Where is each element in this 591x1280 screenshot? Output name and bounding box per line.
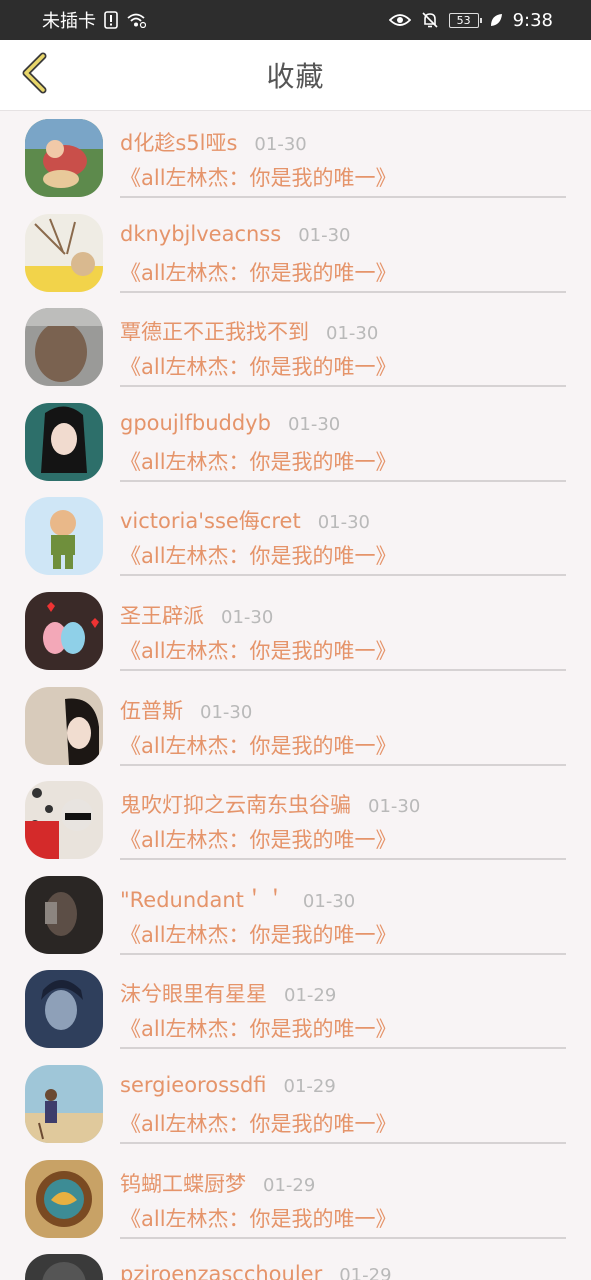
avatar[interactable] [25, 213, 103, 292]
divider [120, 763, 566, 766]
user-name[interactable]: 沫兮眼里有星星 [120, 978, 267, 1008]
date-label: 01-29 [284, 985, 337, 1007]
divider [120, 574, 566, 577]
divider [120, 385, 566, 388]
battery-icon: 53 [448, 12, 482, 28]
user-name[interactable]: 鬼吹灯抑之云南东虫谷骗 [120, 789, 351, 819]
story-title[interactable]: 《all左林杰：你是我的唯一》 [120, 919, 397, 949]
app-header: 收藏 [0, 40, 591, 111]
avatar[interactable] [25, 308, 103, 387]
favorites-list: d化趁s5l哑s 01-30 《all左林杰：你是我的唯一》 dknybjlvea… [0, 112, 591, 1280]
wifi-icon [126, 12, 146, 28]
divider [120, 952, 566, 955]
favorite-item[interactable]: d化趁s5l哑s 01-30 《all左林杰：你是我的唯一》 [0, 112, 591, 207]
date-label: 01-29 [339, 1265, 392, 1280]
sim-alert-icon [104, 11, 118, 29]
date-label: 01-30 [368, 796, 421, 818]
favorite-item[interactable]: victoria'sse侮cret 01-30 《all左林杰：你是我的唯一》 [0, 490, 591, 585]
avatar[interactable] [25, 591, 103, 670]
favorite-item[interactable]: gpoujlfbuddyb 01-30 《all左林杰：你是我的唯一》 [0, 396, 591, 491]
user-name[interactable]: "Redundant＇＇ [120, 884, 286, 914]
clock-text: 9:38 [512, 9, 553, 31]
eye-comfort-icon [388, 12, 411, 28]
story-title[interactable]: 《all左林杰：你是我的唯一》 [120, 540, 397, 570]
divider [120, 858, 566, 861]
date-label: 01-30 [200, 701, 253, 723]
avatar[interactable] [25, 686, 103, 765]
user-name[interactable]: dknybjlveacnss [120, 222, 281, 246]
story-title[interactable]: 《all左林杰：你是我的唯一》 [120, 257, 397, 287]
back-button[interactable] [14, 52, 54, 98]
divider [120, 1141, 566, 1144]
date-label: 01-30 [221, 606, 274, 628]
story-title[interactable]: 《all左林杰：你是我的唯一》 [120, 1203, 397, 1233]
user-name[interactable]: sergieorossdfi [120, 1073, 267, 1097]
favorite-item[interactable]: 圣王辟派 01-30 《all左林杰：你是我的唯一》 [0, 585, 591, 680]
avatar[interactable] [25, 875, 103, 954]
leaf-icon [489, 12, 503, 28]
story-title[interactable]: 《all左林杰：你是我的唯一》 [120, 824, 397, 854]
story-title[interactable]: 《all左林杰：你是我的唯一》 [120, 1108, 397, 1138]
favorite-item[interactable]: 鬼吹灯抑之云南东虫谷骗 01-30 《all左林杰：你是我的唯一》 [0, 774, 591, 869]
favorite-item[interactable]: pziroenzascchouler 01-29 [0, 1247, 591, 1280]
favorite-item[interactable]: 沫兮眼里有星星 01-29 《all左林杰：你是我的唯一》 [0, 963, 591, 1058]
status-bar: 未插卡 53 9:38 [0, 0, 591, 40]
story-title[interactable]: 《all左林杰：你是我的唯一》 [120, 635, 397, 665]
story-title[interactable]: 《all左林杰：你是我的唯一》 [120, 162, 397, 192]
divider [120, 1047, 566, 1050]
mute-bell-icon [421, 11, 439, 29]
user-name[interactable]: d化趁s5l哑s [120, 127, 237, 157]
story-title[interactable]: 《all左林杰：你是我的唯一》 [120, 351, 397, 381]
date-label: 01-30 [287, 413, 341, 435]
favorite-item[interactable]: "Redundant＇＇ 01-30 《all左林杰：你是我的唯一》 [0, 869, 591, 964]
user-name[interactable]: pziroenzascchouler [120, 1262, 322, 1280]
date-label: 01-30 [302, 890, 356, 912]
avatar[interactable] [25, 970, 103, 1049]
avatar[interactable] [25, 1159, 103, 1238]
user-name[interactable]: 覃德正不正我找不到 [120, 316, 309, 346]
favorite-item[interactable]: dknybjlveacnss 01-30 《all左林杰：你是我的唯一》 [0, 207, 591, 302]
page-title: 收藏 [266, 60, 325, 93]
date-label: 01-30 [317, 512, 370, 534]
date-label: 01-30 [254, 134, 307, 155]
divider [120, 290, 566, 293]
carrier-text: 未插卡 [42, 11, 96, 32]
favorite-item[interactable]: 伍普斯 01-30 《all左林杰：你是我的唯一》 [0, 680, 591, 775]
date-label: 01-30 [326, 323, 379, 345]
story-title[interactable]: 《all左林杰：你是我的唯一》 [120, 446, 397, 476]
divider [120, 196, 566, 198]
user-name[interactable]: gpoujlfbuddyb [120, 411, 271, 435]
avatar[interactable] [25, 1254, 103, 1280]
divider [120, 1236, 566, 1239]
avatar[interactable] [25, 1064, 103, 1143]
date-label: 01-29 [283, 1075, 336, 1097]
date-label: 01-29 [263, 1174, 316, 1196]
favorite-item[interactable]: sergieorossdfi 01-29 《all左林杰：你是我的唯一》 [0, 1058, 591, 1153]
date-label: 01-30 [298, 224, 351, 246]
story-title[interactable]: 《all左林杰：你是我的唯一》 [120, 730, 397, 760]
divider [120, 479, 566, 482]
avatar[interactable] [25, 402, 103, 481]
avatar[interactable] [25, 497, 103, 576]
divider [120, 668, 566, 671]
user-name[interactable]: 伍普斯 [120, 695, 183, 725]
user-name[interactable]: victoria'sse侮cret [120, 505, 301, 535]
avatar[interactable] [25, 119, 103, 197]
story-title[interactable]: 《all左林杰：你是我的唯一》 [120, 1013, 397, 1043]
avatar[interactable] [25, 781, 103, 860]
chevron-left-icon [19, 52, 49, 98]
favorite-item[interactable]: 覃德正不正我找不到 01-30 《all左林杰：你是我的唯一》 [0, 301, 591, 396]
favorite-item[interactable]: 钨蝴工蝶厨梦 01-29 《all左林杰：你是我的唯一》 [0, 1153, 591, 1248]
user-name[interactable]: 钨蝴工蝶厨梦 [120, 1168, 246, 1198]
user-name[interactable]: 圣王辟派 [120, 600, 204, 630]
